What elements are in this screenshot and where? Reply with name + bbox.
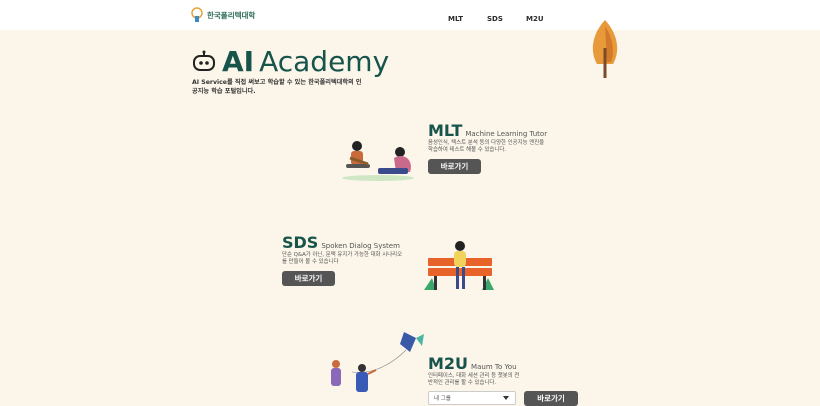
sds-name: Spoken Dialog System (321, 242, 400, 250)
m2u-illustration (331, 332, 424, 392)
nav-item-m2u[interactable]: M2U (526, 15, 544, 23)
sds-title: SDS Spoken Dialog System (282, 233, 400, 252)
mlt-name: Machine Learning Tutor (465, 130, 548, 138)
chevron-down-icon (503, 396, 509, 400)
hero-title: AI Academy (192, 45, 389, 78)
m2u-name: Maum To You (471, 363, 517, 371)
m2u-code: M2U (428, 354, 469, 373)
logo-text: 한국폴리텍대학 (207, 10, 256, 20)
sds-go-button[interactable]: 바로가기 (282, 271, 335, 286)
mlt-illustration (342, 141, 414, 181)
sds-description: 단순 Q&A가 아닌, 문맥 유지가 가능한 대화 시나리오를 만들어 볼 수 … (282, 252, 403, 265)
nav-item-sds[interactable]: SDS (487, 15, 503, 23)
m2u-title: M2U Maum To You (428, 354, 517, 373)
group-select-value: 내 그룹 (434, 396, 451, 402)
hero-description: AI Service를 직접 써보고 학습할 수 있는 한국폴리텍대학의 인공지… (192, 79, 362, 95)
m2u-go-button[interactable]: 바로가기 (524, 391, 578, 406)
hero-title-academy: Academy (259, 45, 390, 78)
mlt-title: MLT Machine Learning Tutor (428, 121, 547, 140)
robot-icon (193, 50, 215, 71)
autumn-tree-illustration (592, 20, 618, 78)
logo[interactable]: 한국폴리텍대학 (190, 7, 255, 23)
mlt-go-button[interactable]: 바로가기 (428, 159, 481, 174)
group-select[interactable]: 내 그룹 (428, 391, 516, 405)
polytech-logo-icon (191, 7, 203, 22)
top-navigation-bar: 한국폴리텍대학 MLT SDS M2U (0, 0, 820, 30)
nav-item-mlt[interactable]: MLT (448, 15, 463, 23)
m2u-description: 인터페이스, 대화 세션 관리 등 챗봇의 전반적인 관리를 할 수 있습니다. (428, 373, 520, 386)
sds-code: SDS (282, 233, 319, 252)
mlt-description: 음성인식, 텍스트 분석 등의 다양한 인공지능 엔진을 학습하여 테스트 해볼… (428, 140, 545, 153)
hero-title-ai: AI (222, 45, 255, 78)
sds-illustration (424, 241, 494, 290)
mlt-code: MLT (428, 121, 463, 140)
